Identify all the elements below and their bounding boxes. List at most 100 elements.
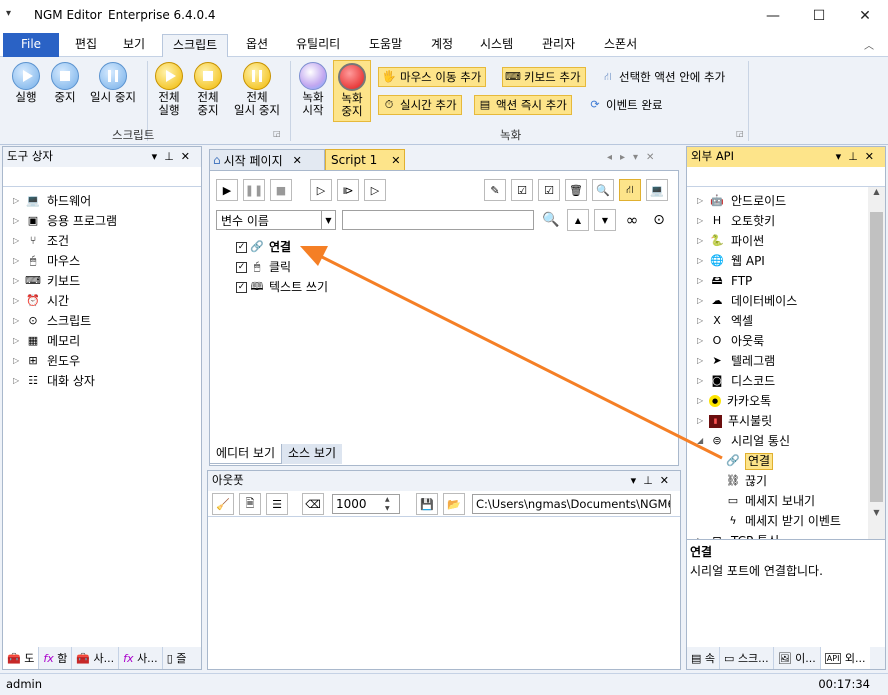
action-checkbox[interactable]: ✓ [236, 261, 247, 273]
scroll-up-icon[interactable]: ▲ [868, 187, 885, 196]
clear-button[interactable]: ⌫ [302, 493, 324, 515]
output-content[interactable] [208, 517, 680, 669]
menu-utility[interactable]: 유틸리티 [286, 34, 350, 57]
add-action-immediate-button[interactable]: ▤ 액션 즉시 추가 [474, 95, 572, 115]
toolbox-item-application[interactable]: ▷ ▣ 응용 프로그램 [13, 211, 201, 231]
panel-controls[interactable]: ▾⊥✕ [631, 471, 676, 490]
action-item-connect[interactable]: ✓ 🔗 연결 [236, 237, 328, 257]
collapse-ribbon-icon[interactable]: ︿ [864, 37, 874, 52]
run-script-button[interactable]: ▶ [216, 179, 238, 201]
menu-view[interactable]: 보기 [113, 34, 155, 57]
api-item-telegram[interactable]: ▷ ➤ 텔레그램 [697, 351, 885, 371]
external-api-search-input[interactable] [687, 167, 885, 187]
api-item-tcp[interactable]: ▷⊡TCP 통신 [697, 531, 885, 539]
api-item-autohotkey[interactable]: ▷ H 오토핫키 [697, 211, 885, 231]
tab-editor-view[interactable]: 에디터 보기 [209, 444, 283, 464]
panel-controls[interactable]: ▾⊥✕ [836, 147, 881, 166]
tab-user[interactable]: 🧰 사... [72, 647, 120, 669]
run-from-here-button[interactable]: ▷ [364, 179, 386, 201]
tab-external-api[interactable]: API 외... [820, 647, 870, 669]
find-button[interactable]: 🔍 [592, 179, 614, 201]
api-item-serial-connect[interactable]: 🔗 연결 [697, 451, 885, 471]
api-item-serial-disconnect[interactable]: ⛓ 끊기 [697, 471, 885, 491]
run-all-button[interactable]: 전체 실행 [152, 62, 186, 117]
check-all-button[interactable]: ☑ [511, 179, 533, 201]
record-stop-button[interactable]: 녹화 중지 [333, 60, 371, 122]
log-path-input[interactable]: C:\Users\ngmas\Documents\NGM6\ [472, 494, 671, 514]
tab-source-view[interactable]: 소스 보기 [282, 444, 342, 464]
add-realtime-button[interactable]: ⏱ 실시간 추가 [378, 95, 462, 115]
toolbox-item-mouse[interactable]: ▷ 🖱 마우스 [13, 251, 201, 271]
menu-file[interactable]: File [3, 33, 59, 57]
pause-all-button[interactable]: 전체 일시 중지 [228, 62, 286, 117]
panel-controls[interactable]: ▾⊥✕ [152, 147, 197, 166]
scrollbar-thumb[interactable] [870, 212, 883, 502]
add-selected-in-action-button[interactable]: ⛙ 선택한 액션 안에 추가 [598, 67, 729, 87]
tree-view-button[interactable]: ⛙ [619, 179, 641, 201]
api-item-web-api[interactable]: ▷ 🌐 웹 API [697, 251, 885, 271]
check-button[interactable]: ☑ [538, 179, 560, 201]
run-selected-button[interactable]: ⧐ [337, 179, 359, 201]
api-item-python[interactable]: ▷ 🐍 파이썬 [697, 231, 885, 251]
api-item-android[interactable]: ▷ 🤖 안드로이드 [697, 191, 885, 211]
close-tab-icon[interactable]: ✕ [293, 154, 302, 167]
maximize-button[interactable]: ☐ [796, 0, 842, 31]
api-item-outlook[interactable]: ▷ O 아웃룩 [697, 331, 885, 351]
group-dialog-launcher-icon[interactable]: ◲ [736, 129, 744, 138]
menu-edit[interactable]: 편집 [65, 34, 107, 57]
move-up-button[interactable]: ▲ [567, 209, 589, 231]
stop-all-button[interactable]: 전체 중지 [191, 62, 225, 117]
toolbox-item-time[interactable]: ▷ ⏰ 시간 [13, 291, 201, 311]
search-button[interactable]: 🔍 [540, 209, 562, 231]
tab-properties[interactable]: ▤ 속 [687, 647, 721, 669]
tab-user-functions[interactable]: fx 사... [119, 647, 163, 669]
add-mouse-move-button[interactable]: 🖐 마우스 이동 추가 [378, 67, 487, 87]
device-button[interactable]: 💻 [646, 179, 668, 201]
minimize-button[interactable]: — [750, 0, 796, 31]
toolbox-item-script[interactable]: ▷ ⊙ 스크립트 [13, 311, 201, 331]
api-item-kakaotalk[interactable]: ▷ ● 카카오톡 [697, 391, 885, 411]
pause-script-button[interactable]: ❚❚ [243, 179, 265, 201]
delete-button[interactable]: 🗑 [565, 179, 587, 201]
action-item-write-text[interactable]: ✓ 🕮 텍스트 쓰기 [236, 277, 328, 297]
step-button[interactable]: ▷ [310, 179, 332, 201]
tab-toolbox[interactable]: 🧰 도 [3, 647, 40, 669]
tab-nav-controls[interactable]: ◂▸▾✕ [607, 152, 662, 163]
menu-system[interactable]: 시스템 [470, 34, 523, 57]
event-done-button[interactable]: ⟳ 이벤트 완료 [585, 95, 667, 115]
close-button[interactable]: ✕ [842, 0, 888, 31]
save-log-button[interactable]: 💾 [416, 493, 438, 515]
menu-account[interactable]: 계정 [421, 34, 463, 57]
system-menu-icon[interactable]: ▾ [6, 8, 11, 19]
tab-script-1[interactable]: Script 1 ✕ [325, 149, 405, 170]
edit-button[interactable]: ✎ [484, 179, 506, 201]
toolbox-item-window[interactable]: ▷ ⊞ 윈도우 [13, 351, 201, 371]
tab-screen[interactable]: ▭ 스크... [720, 647, 774, 669]
variable-select[interactable]: 변수 이름 ▼ [216, 210, 336, 230]
api-item-serial-send[interactable]: ▭ 메세지 보내기 [697, 491, 885, 511]
action-checkbox[interactable]: ✓ [236, 281, 247, 293]
record-start-button[interactable]: 녹화 시작 [296, 62, 330, 117]
api-item-excel[interactable]: ▷ X 엑셀 [697, 311, 885, 331]
group-dialog-launcher-icon[interactable]: ◲ [273, 129, 281, 138]
menu-script[interactable]: 스크립트 [162, 34, 229, 57]
action-item-click[interactable]: ✓ 🖱 클릭 [236, 257, 328, 277]
close-tab-icon[interactable]: ✕ [391, 154, 400, 167]
toolbox-item-hardware[interactable]: ▷ 💻 하드웨어 [13, 191, 201, 211]
api-item-serial[interactable]: ◢ ⊜ 시리얼 통신 [697, 431, 885, 451]
menu-sponsor[interactable]: 스폰서 [594, 34, 647, 57]
spinner-arrows-icon[interactable]: ▲ ▼ [385, 495, 390, 513]
menu-help[interactable]: 도움말 [359, 34, 412, 57]
toolbox-search-input[interactable] [3, 167, 201, 187]
toolbox-item-condition[interactable]: ▷ ⑂ 조건 [13, 231, 201, 251]
tab-functions[interactable]: fx 함 [39, 647, 73, 669]
action-checkbox[interactable]: ✓ [236, 241, 247, 253]
scroll-down-icon[interactable]: ▼ [868, 508, 885, 517]
log-file-button[interactable]: 🗎 [239, 493, 261, 515]
more-button[interactable]: ⊙ [648, 209, 670, 231]
stop-script-button[interactable]: ■ [270, 179, 292, 201]
scrollbar[interactable]: ▲ ▼ [868, 187, 885, 539]
api-item-pushbullet[interactable]: ▷ ▮ 푸시불릿 [697, 411, 885, 431]
run-button[interactable]: 실행 [8, 62, 44, 104]
api-item-ftp[interactable]: ▷ 🖴 FTP [697, 271, 885, 291]
